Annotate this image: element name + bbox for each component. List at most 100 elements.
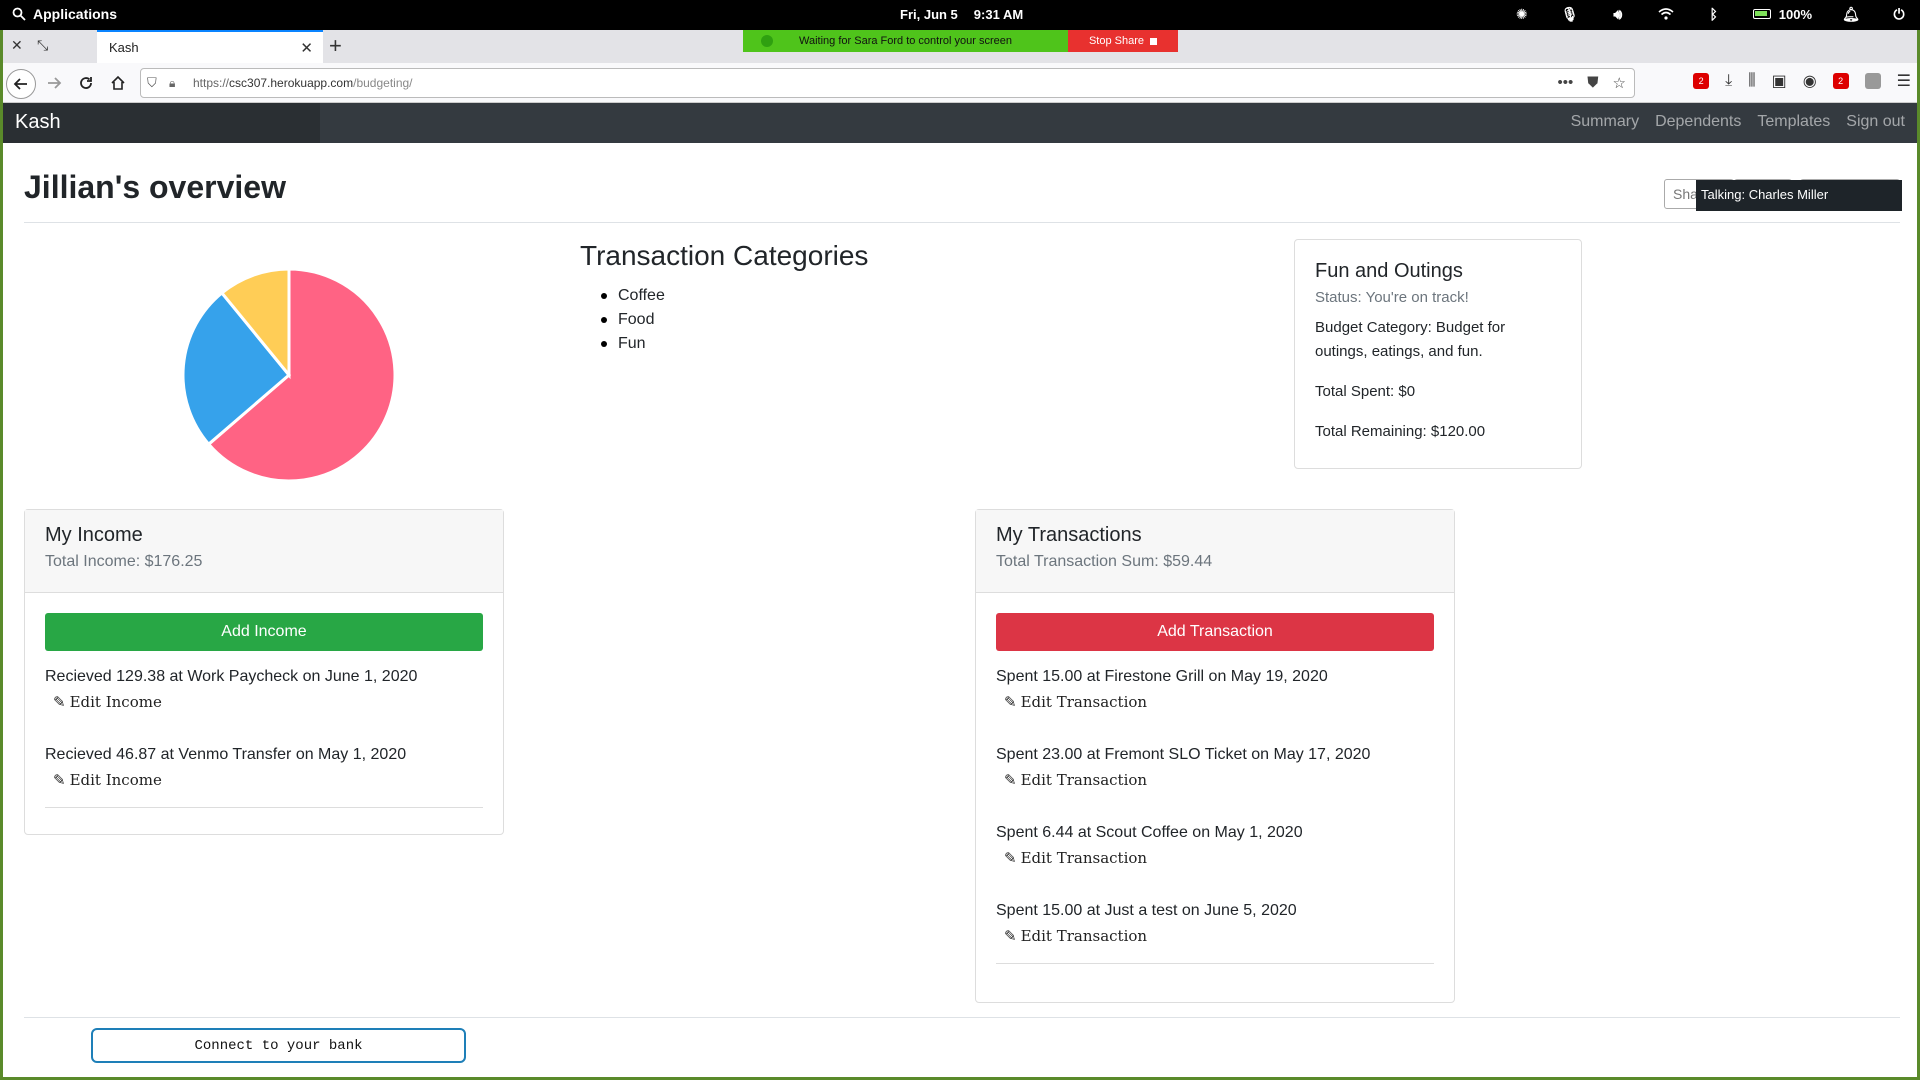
battery-indicator[interactable]: 100% [1752,7,1812,22]
wifi-icon[interactable] [1657,5,1675,23]
library-icon[interactable]: ⫼ [1748,72,1755,90]
share-waiting: Waiting for Sara Ford to control your sc… [743,30,1068,52]
income-total: Total Income: $176.25 [45,553,203,570]
transactions-header: My Transactions Total Transaction Sum: $… [976,510,1454,593]
transaction-entry: Spent 6.44 at Scout Coffee on May 1, 202… [976,807,1454,867]
transaction-entry-text: Spent 15.00 at Firestone Grill on May 19… [996,668,1328,685]
power-icon[interactable]: ⏻ [1890,5,1908,23]
browser-window: ✕ ⤡ Kash ✕ + Waiting for Sara Ford to co… [3,30,1917,1077]
edit-income-link[interactable]: ✎ Edit Income [53,771,483,789]
page-content: Kash Summary Dependents Templates Sign o… [3,103,1917,1077]
category-pie-chart [177,263,401,487]
reload-icon [80,77,92,89]
transactions-title: My Transactions [996,524,1142,546]
clock[interactable]: Fri, Jun 5 9:31 AM [900,7,1039,22]
tracking-shield-icon[interactable]: ⛉ [147,75,157,91]
category-item: Food [600,308,868,332]
edit-transaction-link[interactable]: ✎ Edit Transaction [1004,849,1434,867]
income-entry: Recieved 46.87 at Venmo Transfer on May … [25,729,503,789]
extension-gray-icon[interactable] [1864,73,1881,89]
pencil-icon: ✎ [53,771,66,789]
talking-tooltip: Talking: Charles Miller [1696,180,1902,211]
pocket-icon[interactable]: ⛊ [1587,74,1598,92]
time-label: 9:31 AM [973,7,1024,22]
sidebar-icon[interactable]: ▣ [1772,71,1787,91]
account-icon[interactable]: ◉ [1803,71,1817,91]
applications-menu[interactable]: Applications [12,6,117,22]
nav-sign-out[interactable]: Sign out [1846,113,1905,131]
transaction-entry-text: Spent 23.00 at Fremont SLO Ticket on May… [996,746,1371,763]
pencil-icon: ✎ [1004,927,1017,945]
add-transaction-button[interactable]: Add Transaction [996,613,1434,651]
pencil-icon: ✎ [53,693,66,711]
download-icon[interactable]: ⤓ [1725,72,1732,90]
budget-title: Fun and Outings [1315,260,1463,282]
system-top-bar: Applications Fri, Jun 5 9:31 AM ✺ 🎙︎ 🔊︎ ᛒ… [0,0,1920,30]
edit-transaction-link[interactable]: ✎ Edit Transaction [1004,927,1434,945]
divider [24,222,1900,223]
microphone-icon[interactable]: 🎙︎ [1561,5,1579,23]
edit-transaction-link[interactable]: ✎ Edit Transaction [1004,693,1434,711]
home-button[interactable] [105,70,131,96]
edit-income-label: Edit Income [69,771,162,789]
bug-icon[interactable]: ✺ [1513,5,1531,23]
budget-description: Budget Category: Budget for outings, eat… [1315,319,1506,360]
page-actions-icon[interactable]: ••• [1558,74,1574,92]
share-waiting-text: Waiting for Sara Ford to control your sc… [799,35,1012,47]
ublock-icon[interactable]: 2 [1693,73,1710,89]
stop-share-button[interactable]: Stop Share [1068,30,1178,52]
bookmark-star-icon[interactable]: ☆ [1613,74,1626,92]
notification-bell-icon[interactable]: 🔔︎ [1842,5,1860,23]
menu-icon[interactable]: ☰ [1897,71,1911,91]
url-host: csc307.herokuapp.com [229,76,354,90]
edit-transaction-label: Edit Transaction [1020,849,1148,867]
extension-red-icon[interactable]: 2 [1832,73,1849,89]
new-tab-icon[interactable]: + [329,33,342,59]
nav-templates[interactable]: Templates [1757,113,1830,131]
transaction-categories: Transaction Categories Coffee Food Fun [580,240,868,356]
screen-share-banner: Waiting for Sara Ford to control your sc… [743,30,1178,52]
transaction-entry: Spent 23.00 at Fremont SLO Ticket on May… [976,729,1454,789]
tab-strip: ✕ ⤡ Kash ✕ + Waiting for Sara Ford to co… [3,30,1917,63]
back-button[interactable] [6,69,36,99]
tab-title: Kash [109,40,139,55]
budget-card: Fun and Outings Status: You're on track!… [1294,239,1582,469]
bluetooth-icon[interactable]: ᛒ [1705,5,1723,23]
home-icon [111,75,125,90]
applications-label: Applications [33,6,118,22]
income-entry-text: Recieved 46.87 at Venmo Transfer on May … [45,746,407,763]
volume-icon[interactable]: 🔊︎ [1609,5,1627,23]
tab-close-icon[interactable]: ✕ [300,39,313,57]
budget-status: Status: You're on track! [1315,289,1469,306]
search-icon [12,7,26,21]
divider [996,963,1434,964]
nav-dependents[interactable]: Dependents [1655,113,1741,131]
connect-bank-button[interactable]: Connect to your bank [91,1028,466,1063]
edit-income-label: Edit Income [69,693,162,711]
tab-kash[interactable]: Kash ✕ [97,30,323,63]
url-path: /budgeting/ [353,76,413,90]
transaction-entry: Spent 15.00 at Firestone Grill on May 19… [976,651,1454,711]
transactions-body: Add Transaction [976,593,1454,651]
system-tray: ✺ 🎙︎ 🔊︎ ᛒ 100% 🔔︎ ⏻ [1513,5,1908,23]
window-close-icon[interactable]: ✕ [11,37,23,54]
edit-transaction-label: Edit Transaction [1020,927,1148,945]
navigation-toolbar: ⛉ 🔒︎ https://csc307.herokuapp.com/budget… [3,63,1917,103]
income-footer [25,807,503,808]
url-bar[interactable]: ⛉ 🔒︎ https://csc307.herokuapp.com/budget… [140,68,1635,98]
transactions-footer [976,963,1454,964]
pencil-icon: ✎ [1004,693,1017,711]
add-income-button[interactable]: Add Income [45,613,483,651]
edit-income-link[interactable]: ✎ Edit Income [53,693,483,711]
nav-summary[interactable]: Summary [1571,113,1639,131]
transactions-panel: My Transactions Total Transaction Sum: $… [975,509,1455,1003]
lock-icon[interactable]: 🔒︎ [169,76,175,91]
income-entry: Recieved 129.38 at Work Paycheck on June… [25,651,503,711]
reload-button[interactable] [73,70,99,96]
window-restore-icon[interactable]: ⤡ [37,37,48,54]
back-arrow-icon [13,78,27,90]
forward-button[interactable] [41,70,67,96]
brand-logo[interactable]: Kash [15,111,61,134]
edit-transaction-link[interactable]: ✎ Edit Transaction [1004,771,1434,789]
transactions-total: Total Transaction Sum: $59.44 [996,553,1213,570]
